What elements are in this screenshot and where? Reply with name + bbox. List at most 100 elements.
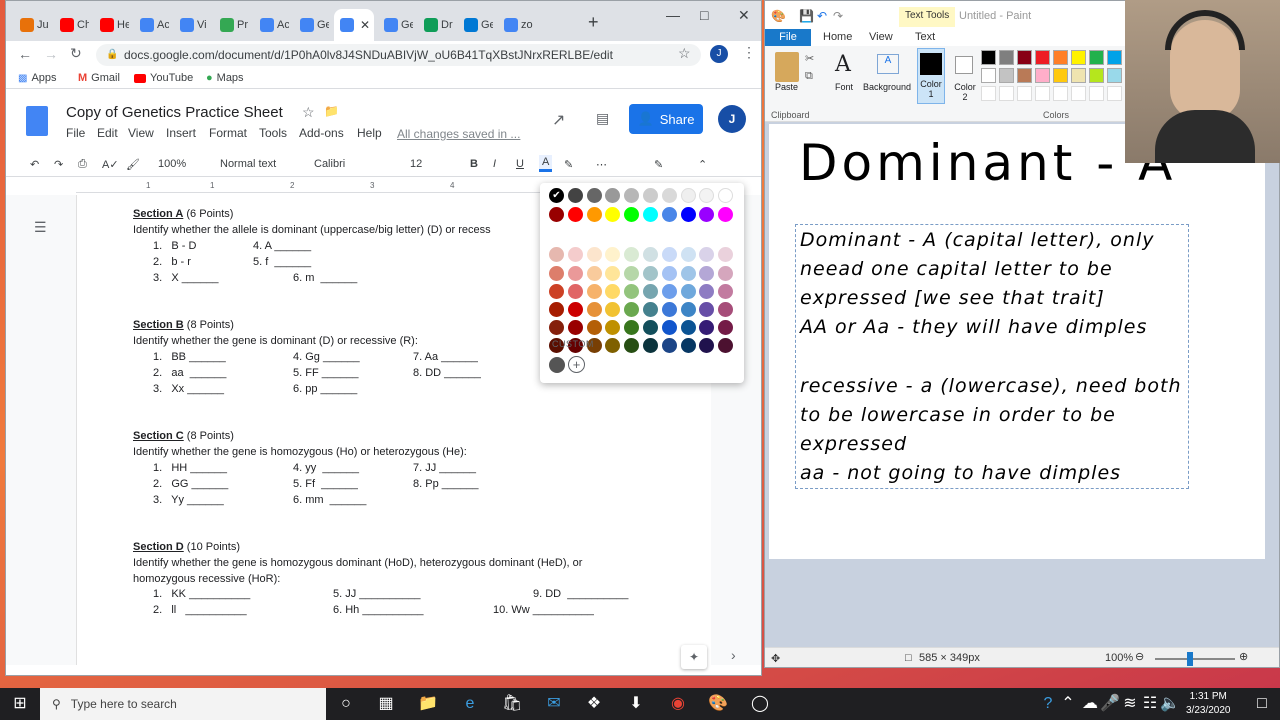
zoom-select[interactable]: 100% bbox=[158, 158, 186, 170]
color-swatch[interactable] bbox=[549, 207, 564, 222]
color-swatch[interactable] bbox=[680, 247, 696, 263]
zoom-in-icon[interactable]: ⊕ bbox=[1239, 650, 1248, 663]
color-swatch[interactable]: ✔ bbox=[549, 188, 564, 203]
color-swatch[interactable] bbox=[661, 207, 677, 222]
color-swatch[interactable] bbox=[699, 247, 715, 263]
color-swatch[interactable] bbox=[605, 265, 621, 281]
browser-tab[interactable]: Ju bbox=[14, 9, 49, 41]
profile-avatar[interactable]: J bbox=[710, 45, 728, 63]
color-swatch[interactable] bbox=[567, 283, 583, 299]
browser-tab[interactable]: Ac bbox=[134, 9, 169, 41]
paint-custom-swatch[interactable] bbox=[1053, 86, 1068, 101]
style-select[interactable]: Normal text bbox=[220, 158, 276, 170]
system-clock[interactable]: 1:31 PM 3/23/2020 bbox=[1186, 690, 1231, 718]
editing-mode-icon[interactable]: ✎ bbox=[654, 158, 663, 171]
paint-color-swatch[interactable] bbox=[1089, 50, 1104, 65]
browser-tab[interactable]: Vi bbox=[174, 9, 209, 41]
menu-file[interactable]: File bbox=[66, 126, 85, 140]
color-swatch[interactable] bbox=[624, 283, 640, 299]
color-swatch[interactable] bbox=[661, 302, 677, 317]
color-swatch[interactable] bbox=[624, 302, 640, 317]
color-swatch[interactable] bbox=[605, 302, 621, 317]
taskbar-search[interactable]: ⚲ Type here to search bbox=[40, 688, 326, 720]
color-swatch[interactable] bbox=[567, 320, 583, 336]
color-swatch[interactable] bbox=[605, 283, 621, 299]
color-swatch[interactable] bbox=[699, 338, 715, 354]
color-swatch[interactable] bbox=[718, 338, 734, 354]
highlight-icon[interactable]: ✎ bbox=[564, 158, 573, 171]
color-swatch[interactable] bbox=[549, 283, 564, 299]
menu-help[interactable]: Help bbox=[357, 126, 382, 140]
paint-color-swatch[interactable] bbox=[1071, 50, 1086, 65]
menu-insert[interactable]: Insert bbox=[166, 126, 196, 140]
color-swatch[interactable] bbox=[718, 265, 734, 281]
tab-home[interactable]: Home bbox=[823, 31, 852, 43]
bookmark-apps[interactable]: ▩ Apps bbox=[18, 72, 57, 84]
paint-color-swatch[interactable] bbox=[1053, 50, 1068, 65]
color-swatch[interactable] bbox=[680, 302, 696, 317]
color-swatch[interactable] bbox=[718, 302, 734, 317]
italic-icon[interactable]: I bbox=[493, 158, 496, 170]
windows-start-icon[interactable]: ⊞ bbox=[10, 694, 30, 714]
paint-custom-swatch[interactable] bbox=[1089, 86, 1104, 101]
paint-color-swatch[interactable] bbox=[1035, 50, 1050, 65]
collapse-icon[interactable]: ⌃ bbox=[698, 158, 707, 171]
color-swatch[interactable] bbox=[680, 188, 696, 203]
color-swatch[interactable] bbox=[643, 207, 658, 222]
close-window-icon[interactable]: ✕ bbox=[738, 7, 750, 24]
color-swatch[interactable] bbox=[643, 338, 658, 354]
color-swatch[interactable] bbox=[680, 320, 696, 336]
undo-icon[interactable]: ↶ bbox=[817, 9, 827, 23]
zoom-slider-thumb[interactable] bbox=[1187, 652, 1193, 666]
browser-tab[interactable]: He bbox=[94, 9, 129, 41]
color-swatch[interactable] bbox=[699, 302, 715, 317]
color-swatch[interactable] bbox=[643, 188, 658, 203]
color2-button[interactable]: Color 2 bbox=[951, 48, 979, 104]
custom-color-swatch[interactable] bbox=[549, 357, 565, 373]
zoom-slider[interactable] bbox=[1155, 658, 1235, 660]
notifications-icon[interactable]: □ bbox=[1252, 694, 1272, 714]
url-input[interactable]: 🔒 docs.google.com/document/d/1P0hA0lv8J4… bbox=[96, 44, 701, 66]
paint-custom-swatch[interactable] bbox=[999, 86, 1014, 101]
color-swatch[interactable] bbox=[624, 265, 640, 281]
tab-view[interactable]: View bbox=[869, 31, 893, 43]
menu-format[interactable]: Format bbox=[209, 126, 247, 140]
paint-color-swatch[interactable] bbox=[981, 50, 996, 65]
paint-custom-swatch[interactable] bbox=[981, 86, 996, 101]
color-swatch[interactable] bbox=[680, 207, 696, 222]
menu-edit[interactable]: Edit bbox=[97, 126, 118, 140]
paint-color-swatch[interactable] bbox=[1035, 68, 1050, 83]
text-color-icon[interactable]: A bbox=[539, 155, 553, 172]
paint-color-swatch[interactable] bbox=[1089, 68, 1104, 83]
color-swatch[interactable] bbox=[699, 207, 715, 222]
color-swatch[interactable] bbox=[605, 320, 621, 336]
color-swatch[interactable] bbox=[586, 188, 602, 203]
color-swatch[interactable] bbox=[605, 207, 621, 222]
explore-icon[interactable]: ✦ bbox=[681, 645, 707, 669]
edge-icon[interactable]: e bbox=[460, 694, 480, 714]
color-swatch[interactable] bbox=[661, 283, 677, 299]
undo-icon[interactable]: ↶ bbox=[30, 158, 39, 171]
text-box[interactable]: Dominant - A (capital letter), only neea… bbox=[795, 224, 1189, 489]
color-swatch[interactable] bbox=[643, 302, 658, 317]
tab-file[interactable]: File bbox=[765, 29, 811, 46]
color-swatch[interactable] bbox=[567, 207, 583, 222]
color-swatch[interactable] bbox=[586, 207, 602, 222]
account-avatar[interactable]: J bbox=[718, 105, 746, 133]
color-swatch[interactable] bbox=[624, 320, 640, 336]
paint-taskbar-icon[interactable]: 🎨 bbox=[708, 694, 728, 714]
paint-color-swatch[interactable] bbox=[981, 68, 996, 83]
browser-tab[interactable]: Ge bbox=[378, 9, 413, 41]
color-swatch[interactable] bbox=[643, 265, 658, 281]
browser-tab[interactable]: ✕ bbox=[334, 9, 374, 41]
app-icon[interactable]: ⬇ bbox=[626, 694, 646, 714]
browser-tab[interactable]: Ac bbox=[254, 9, 289, 41]
redo-icon[interactable]: ↷ bbox=[54, 158, 63, 171]
color-swatch[interactable] bbox=[718, 283, 734, 299]
paint-canvas[interactable]: Dominant - A Dominant - A (capital lette… bbox=[769, 124, 1265, 559]
browser-tab[interactable]: Ge bbox=[294, 9, 329, 41]
color-swatch[interactable] bbox=[567, 247, 583, 263]
cortana-icon[interactable]: ○ bbox=[336, 694, 356, 714]
reload-icon[interactable]: ↻ bbox=[70, 45, 82, 62]
color-swatch[interactable] bbox=[624, 338, 640, 354]
